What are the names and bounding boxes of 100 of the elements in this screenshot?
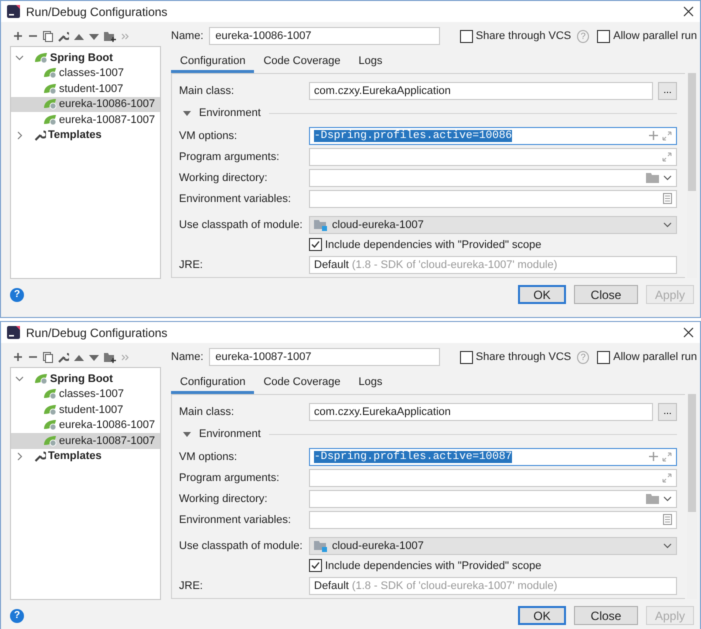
checkbox-label[interactable]: Share through VCS xyxy=(476,351,572,363)
jre-value: Default (1.8 - SDK of 'cloud-eureka-1007' module) xyxy=(314,580,558,592)
browse-button[interactable]: ... xyxy=(658,82,677,100)
checkbox[interactable] xyxy=(460,30,473,42)
leaf-icon xyxy=(43,404,57,416)
checkbox-label[interactable]: Include dependencies with "Provided" scope xyxy=(325,238,542,250)
down-arrow-icon[interactable] xyxy=(89,32,99,40)
tab[interactable]: Code Coverage xyxy=(254,373,350,394)
tab[interactable]: Logs xyxy=(350,373,392,394)
leaf-icon xyxy=(34,52,48,64)
dialog-button[interactable]: Close xyxy=(574,285,638,304)
tree-item[interactable]: Templates xyxy=(11,448,160,464)
tab[interactable]: Logs xyxy=(350,52,392,73)
field-label: Environment variables: xyxy=(179,192,292,204)
tree-item[interactable]: classes-1007 xyxy=(11,386,160,402)
collapse-triangle-icon[interactable] xyxy=(183,430,191,438)
input-field[interactable] xyxy=(309,510,677,528)
tree-item[interactable]: eureka-10087-1007 xyxy=(11,112,160,128)
close-icon[interactable] xyxy=(683,327,694,338)
browse-button[interactable]: ... xyxy=(658,402,677,420)
field-label: JRE: xyxy=(179,580,204,592)
module-dropdown[interactable]: cloud-eureka-1007 xyxy=(309,216,677,234)
collapse-triangle-icon[interactable] xyxy=(183,110,191,116)
tree-item[interactable]: student-1007 xyxy=(11,81,160,96)
document-icon[interactable] xyxy=(663,193,672,204)
dialog-button[interactable]: OK xyxy=(518,606,566,625)
name-label: Name: xyxy=(171,30,204,42)
tree-item[interactable]: Spring Boot xyxy=(11,50,160,66)
leaf-icon xyxy=(43,388,57,400)
checkbox-label[interactable]: Allow parallel run xyxy=(613,30,697,42)
checkbox-label[interactable]: Allow parallel run xyxy=(613,351,697,363)
input-field[interactable] xyxy=(309,148,677,166)
tree-item[interactable]: Spring Boot xyxy=(11,371,160,386)
dialog-button[interactable]: OK xyxy=(518,285,566,304)
dropdown-icon[interactable] xyxy=(663,496,672,502)
section-title[interactable]: Environment xyxy=(199,107,261,119)
document-icon[interactable] xyxy=(663,514,672,525)
main-class-field[interactable]: com.czxy.EurekaApplication xyxy=(309,82,653,100)
checkbox[interactable] xyxy=(309,238,322,251)
leaf-icon xyxy=(43,67,57,80)
copy-icon[interactable] xyxy=(43,30,53,42)
input-field[interactable]: -Dspring.profiles.active=10087 xyxy=(309,448,677,466)
name-field[interactable]: eureka-10087-1007 xyxy=(209,348,440,366)
folder-icon[interactable] xyxy=(104,30,116,42)
dropdown-icon[interactable] xyxy=(663,174,672,180)
leaf-icon xyxy=(43,98,57,110)
input-field[interactable] xyxy=(309,468,677,486)
section-title[interactable]: Environment xyxy=(199,428,261,440)
window-title: Run/Debug Configurations xyxy=(26,4,168,18)
tab[interactable]: Configuration xyxy=(171,52,254,73)
field-label: Program arguments: xyxy=(179,150,280,162)
module-folder-icon xyxy=(314,218,328,230)
add-icon[interactable] xyxy=(649,452,658,461)
tree-item[interactable]: student-1007 xyxy=(11,402,160,418)
tree-item[interactable]: classes-1007 xyxy=(11,66,160,81)
check-icon xyxy=(311,561,320,570)
input-field[interactable] xyxy=(309,190,677,208)
input-field[interactable] xyxy=(309,490,677,508)
name-label: Name: xyxy=(171,351,204,363)
jre-dropdown[interactable]: Default (1.8 - SDK of 'cloud-eureka-1007' module) xyxy=(309,256,677,274)
leaf-icon xyxy=(43,419,57,432)
close-icon[interactable] xyxy=(683,6,694,17)
copy-icon[interactable] xyxy=(43,352,53,362)
up-arrow-icon[interactable] xyxy=(74,354,84,360)
tree-item[interactable]: Templates xyxy=(11,128,160,143)
name-field[interactable]: eureka-10086-1007 xyxy=(209,27,440,45)
tree-item[interactable]: eureka-10087-1007 xyxy=(11,433,160,448)
checkbox-label[interactable]: Share through VCS xyxy=(476,30,572,42)
field-label: VM options: xyxy=(179,130,238,142)
main-class-field[interactable]: com.czxy.EurekaApplication xyxy=(309,402,653,420)
tab[interactable]: Configuration xyxy=(171,373,254,394)
field-label: Program arguments: xyxy=(179,472,280,484)
help-icon[interactable]: ? xyxy=(10,608,24,622)
module-dropdown[interactable]: cloud-eureka-1007 xyxy=(309,536,677,554)
add-icon[interactable] xyxy=(649,131,658,140)
add-icon[interactable] xyxy=(13,31,23,41)
checkbox[interactable] xyxy=(597,30,610,42)
input-field[interactable] xyxy=(309,168,677,186)
tree-item[interactable]: eureka-10086-1007 xyxy=(11,96,160,112)
field-label: Main class: xyxy=(179,84,236,96)
folder-icon[interactable] xyxy=(104,352,116,362)
leaf-icon xyxy=(43,82,57,95)
module-folder-icon xyxy=(314,540,328,552)
input-field[interactable]: -Dspring.profiles.active=10086 xyxy=(309,126,677,144)
checkbox[interactable] xyxy=(597,350,610,364)
leaf-icon xyxy=(34,372,48,385)
jre-value: Default (1.8 - SDK of 'cloud-eureka-1007' module) xyxy=(314,258,558,270)
tree-item[interactable]: eureka-10086-1007 xyxy=(11,418,160,433)
checkbox[interactable] xyxy=(309,559,322,572)
add-icon[interactable] xyxy=(13,352,23,362)
down-arrow-icon[interactable] xyxy=(89,354,99,360)
dialog-button[interactable]: Close xyxy=(574,606,638,625)
field-label: Working directory: xyxy=(179,172,268,184)
jre-dropdown[interactable]: Default (1.8 - SDK of 'cloud-eureka-1007' module) xyxy=(309,576,677,594)
help-icon[interactable]: ? xyxy=(10,288,24,302)
checkbox[interactable] xyxy=(460,350,473,364)
tab[interactable]: Code Coverage xyxy=(254,52,350,73)
dropdown-icon xyxy=(663,222,672,228)
checkbox-label[interactable]: Include dependencies with "Provided" scope xyxy=(325,560,542,572)
up-arrow-icon[interactable] xyxy=(74,32,84,40)
